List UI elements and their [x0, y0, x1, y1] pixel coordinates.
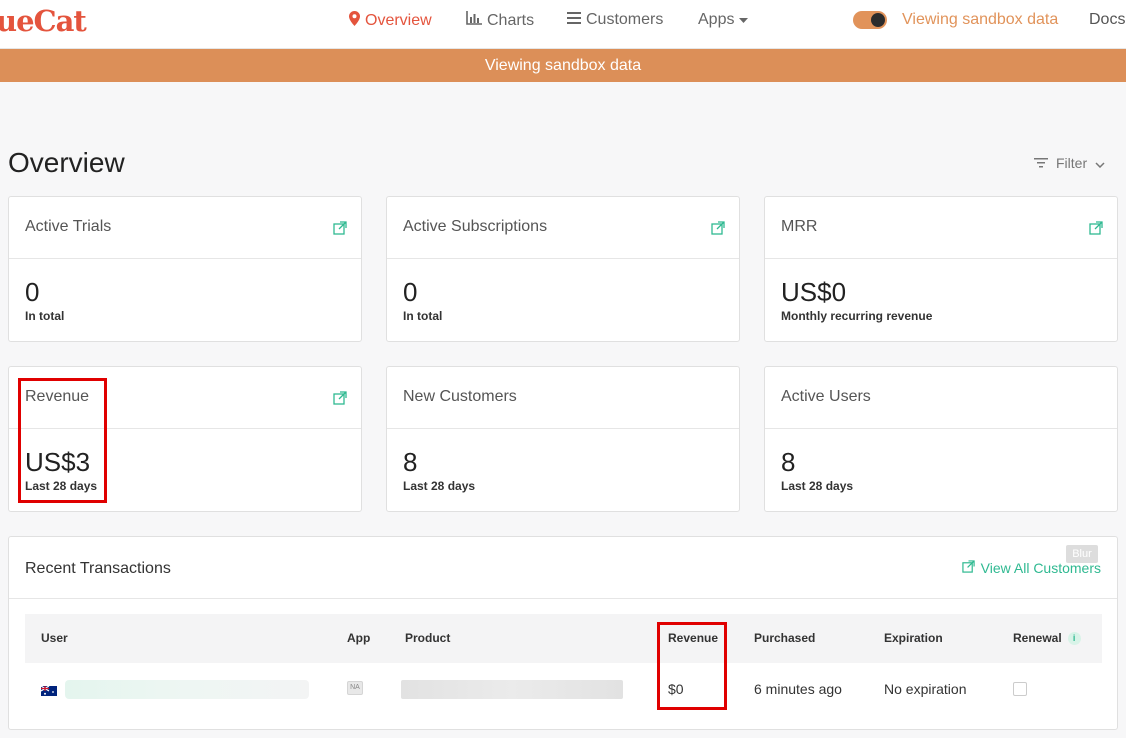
docs-link[interactable]: Docs	[1089, 11, 1125, 29]
sandbox-link[interactable]: Viewing sandbox data	[902, 11, 1058, 29]
card-new-customers: New Customers 8 Last 28 days	[386, 366, 740, 512]
card-subtitle: In total	[403, 309, 443, 323]
card-title: New Customers	[403, 388, 517, 405]
external-link-icon	[961, 560, 975, 576]
nav-apps-label: Apps	[698, 11, 735, 28]
transactions-table: User App Product Revenue Purchased Expir…	[25, 614, 1102, 715]
highlight-box-revenue-card	[18, 378, 107, 503]
column-header-product[interactable]: Product	[405, 631, 450, 645]
external-link-icon[interactable]	[333, 391, 347, 405]
table-row[interactable]: NA $0 6 minutes ago No expiration	[25, 663, 1102, 715]
top-nav: ueCat Overview Charts Customers Apps Vie…	[0, 0, 1126, 49]
column-header-user[interactable]: User	[41, 631, 68, 645]
card-subtitle: Last 28 days	[781, 479, 854, 493]
card-value: 0	[403, 277, 418, 307]
card-value: US$0	[781, 277, 847, 307]
nav-customers-label: Customers	[586, 11, 664, 28]
card-subtitle: In total	[25, 309, 65, 323]
view-all-label: View All Customers	[980, 560, 1101, 576]
filter-label: Filter	[1056, 155, 1088, 171]
australia-flag-icon	[40, 683, 57, 696]
card-value: 0	[25, 277, 40, 307]
nav-charts-label: Charts	[487, 11, 535, 29]
external-link-icon[interactable]	[333, 221, 347, 235]
nav-charts[interactable]: Charts	[466, 11, 534, 30]
column-header-renewal-label: Renewal	[1013, 631, 1062, 645]
view-all-customers-link[interactable]: View All Customers	[961, 560, 1101, 576]
info-icon[interactable]: i	[1067, 632, 1081, 646]
column-header-expiration[interactable]: Expiration	[884, 631, 943, 645]
external-link-icon[interactable]	[1089, 221, 1103, 235]
card-subtitle: Last 28 days	[403, 479, 476, 493]
nav-overview-label: Overview	[365, 12, 432, 29]
nav-customers[interactable]: Customers	[567, 11, 663, 29]
map-pin-icon	[349, 11, 360, 31]
card-title: Active Subscriptions	[403, 218, 548, 235]
column-header-app[interactable]: App	[347, 631, 370, 645]
card-value: 8	[781, 447, 796, 477]
bar-chart-icon	[466, 11, 482, 30]
sandbox-toggle[interactable]	[853, 11, 887, 29]
filter-button[interactable]: Filter	[1034, 155, 1105, 171]
card-value: 8	[403, 447, 418, 477]
list-icon	[567, 11, 581, 29]
card-title: MRR	[781, 218, 818, 235]
toggle-knob	[871, 13, 885, 27]
card-active-users: Active Users 8 Last 28 days	[764, 366, 1118, 512]
chevron-down-icon	[1095, 155, 1105, 171]
card-title: Active Users	[781, 388, 871, 405]
nav-apps-dropdown[interactable]: Apps	[698, 11, 749, 29]
blurred-product-name	[401, 680, 623, 699]
sandbox-banner: Viewing sandbox data	[0, 49, 1126, 82]
column-header-renewal[interactable]: Renewal i	[1013, 631, 1081, 646]
recent-transactions-panel: Recent Transactions Blur View All Custom…	[8, 536, 1118, 730]
filter-icon	[1034, 155, 1048, 171]
card-subtitle: Monthly recurring revenue	[781, 309, 933, 323]
card-title: Active Trials	[25, 218, 112, 235]
caret-down-icon	[739, 11, 749, 29]
card-mrr: MRR US$0 Monthly recurring revenue	[764, 196, 1118, 342]
external-link-icon[interactable]	[711, 221, 725, 235]
blurred-user-id[interactable]	[65, 680, 309, 699]
nav-overview[interactable]: Overview	[349, 11, 432, 31]
panel-title: Recent Transactions	[25, 560, 171, 577]
table-header-row: User App Product Revenue Purchased Expir…	[25, 614, 1102, 663]
renewal-checkbox[interactable]	[1013, 682, 1027, 696]
highlight-box-revenue-column	[657, 622, 727, 710]
purchased-cell: 6 minutes ago	[754, 681, 842, 697]
expiration-cell: No expiration	[884, 681, 967, 697]
app-logo[interactable]: ueCat	[0, 4, 87, 38]
card-active-subscriptions: Active Subscriptions 0 In total	[386, 196, 740, 342]
app-icon: NA	[347, 681, 363, 695]
column-header-purchased[interactable]: Purchased	[754, 631, 815, 645]
page-title: Overview	[8, 147, 125, 178]
card-active-trials: Active Trials 0 In total	[8, 196, 362, 342]
